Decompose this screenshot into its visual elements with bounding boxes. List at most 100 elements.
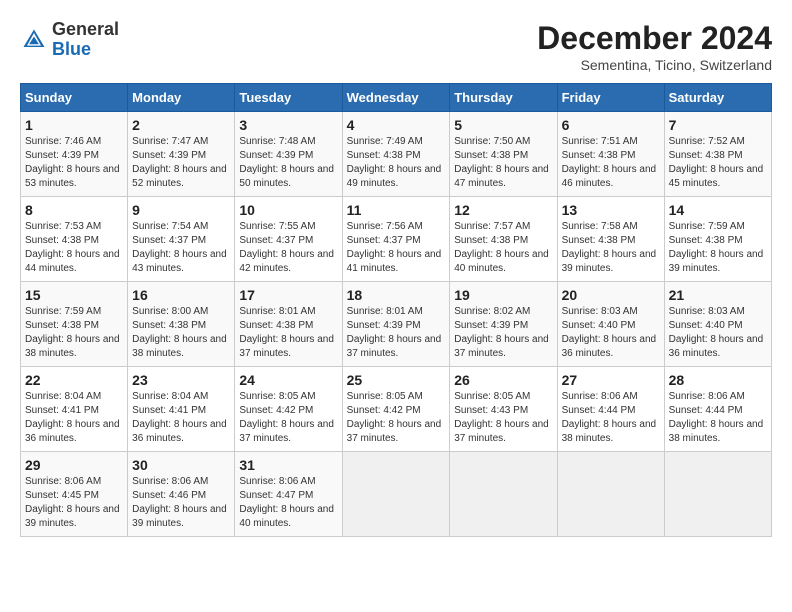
calendar-body: 1 Sunrise: 7:46 AMSunset: 4:39 PMDaylight… <box>21 112 772 537</box>
day-info: Sunrise: 8:04 AMSunset: 4:41 PMDaylight:… <box>132 390 230 446</box>
day-info: Sunrise: 8:06 AMSunset: 4:44 PMDaylight:… <box>562 390 660 446</box>
day-number: 21 <box>669 287 767 303</box>
calendar-cell: 15 Sunrise: 7:59 AMSunset: 4:38 PMDayligh… <box>21 282 128 367</box>
day-number: 25 <box>347 372 446 388</box>
calendar-cell: 13Sunrise: 7:58 AMSunset: 4:38 PMDayligh… <box>557 197 664 282</box>
day-info: Sunrise: 7:49 AMSunset: 4:38 PMDaylight:… <box>347 135 446 191</box>
day-info: Sunrise: 7:47 AMSunset: 4:39 PMDaylight:… <box>132 135 230 191</box>
logo-text: General Blue <box>52 20 119 60</box>
day-info: Sunrise: 7:56 AMSunset: 4:37 PMDaylight:… <box>347 220 446 276</box>
calendar-header: SundayMondayTuesdayWednesdayThursdayFrid… <box>21 84 772 112</box>
day-number: 2 <box>132 117 230 133</box>
day-info: Sunrise: 7:58 AMSunset: 4:38 PMDaylight:… <box>562 220 660 276</box>
weekday-header-wednesday: Wednesday <box>342 84 450 112</box>
day-number: 29 <box>25 457 123 473</box>
week-row-2: 8 Sunrise: 7:53 AMSunset: 4:38 PMDaylight… <box>21 197 772 282</box>
calendar-cell <box>450 452 557 537</box>
day-info: Sunrise: 8:00 AMSunset: 4:38 PMDaylight:… <box>132 305 230 361</box>
day-number: 6 <box>562 117 660 133</box>
calendar-cell: 1 Sunrise: 7:46 AMSunset: 4:39 PMDaylight… <box>21 112 128 197</box>
weekday-header-thursday: Thursday <box>450 84 557 112</box>
day-info: Sunrise: 8:03 AMSunset: 4:40 PMDaylight:… <box>562 305 660 361</box>
calendar-cell: 31 Sunrise: 8:06 AMSunset: 4:47 PMDayligh… <box>235 452 342 537</box>
weekday-header-monday: Monday <box>128 84 235 112</box>
month-title: December 2024 <box>537 20 772 57</box>
calendar-cell: 18 Sunrise: 8:01 AMSunset: 4:39 PMDayligh… <box>342 282 450 367</box>
day-info: Sunrise: 8:06 AMSunset: 4:45 PMDaylight:… <box>25 475 123 531</box>
calendar-cell: 10 Sunrise: 7:55 AMSunset: 4:37 PMDayligh… <box>235 197 342 282</box>
title-section: December 2024 Sementina, Ticino, Switzer… <box>537 20 772 73</box>
day-info: Sunrise: 8:03 AMSunset: 4:40 PMDaylight:… <box>669 305 767 361</box>
day-info: Sunrise: 7:50 AMSunset: 4:38 PMDaylight:… <box>454 135 552 191</box>
day-info: Sunrise: 7:54 AMSunset: 4:37 PMDaylight:… <box>132 220 230 276</box>
location-subtitle: Sementina, Ticino, Switzerland <box>537 57 772 73</box>
calendar-cell <box>557 452 664 537</box>
day-number: 19 <box>454 287 552 303</box>
day-number: 16 <box>132 287 230 303</box>
calendar-cell: 14 Sunrise: 7:59 AMSunset: 4:38 PMDayligh… <box>664 197 771 282</box>
weekday-header-friday: Friday <box>557 84 664 112</box>
day-number: 17 <box>239 287 337 303</box>
day-number: 31 <box>239 457 337 473</box>
day-info: Sunrise: 7:59 AMSunset: 4:38 PMDaylight:… <box>25 305 123 361</box>
calendar-cell: 8 Sunrise: 7:53 AMSunset: 4:38 PMDaylight… <box>21 197 128 282</box>
calendar-cell: 20Sunrise: 8:03 AMSunset: 4:40 PMDayligh… <box>557 282 664 367</box>
calendar-cell: 6 Sunrise: 7:51 AMSunset: 4:38 PMDaylight… <box>557 112 664 197</box>
day-number: 8 <box>25 202 123 218</box>
day-number: 9 <box>132 202 230 218</box>
week-row-5: 29 Sunrise: 8:06 AMSunset: 4:45 PMDayligh… <box>21 452 772 537</box>
calendar-cell: 27 Sunrise: 8:06 AMSunset: 4:44 PMDayligh… <box>557 367 664 452</box>
day-number: 18 <box>347 287 446 303</box>
calendar-cell: 11 Sunrise: 7:56 AMSunset: 4:37 PMDayligh… <box>342 197 450 282</box>
calendar-cell: 30 Sunrise: 8:06 AMSunset: 4:46 PMDayligh… <box>128 452 235 537</box>
day-number: 23 <box>132 372 230 388</box>
calendar-cell: 3Sunrise: 7:48 AMSunset: 4:39 PMDaylight… <box>235 112 342 197</box>
calendar-cell: 24Sunrise: 8:05 AMSunset: 4:42 PMDayligh… <box>235 367 342 452</box>
day-info: Sunrise: 7:46 AMSunset: 4:39 PMDaylight:… <box>25 135 123 191</box>
weekday-header-sunday: Sunday <box>21 84 128 112</box>
day-info: Sunrise: 7:51 AMSunset: 4:38 PMDaylight:… <box>562 135 660 191</box>
calendar-cell: 29 Sunrise: 8:06 AMSunset: 4:45 PMDayligh… <box>21 452 128 537</box>
calendar-cell: 12Sunrise: 7:57 AMSunset: 4:38 PMDayligh… <box>450 197 557 282</box>
day-number: 7 <box>669 117 767 133</box>
day-info: Sunrise: 8:05 AMSunset: 4:42 PMDaylight:… <box>239 390 337 446</box>
day-number: 14 <box>669 202 767 218</box>
calendar-cell: 17 Sunrise: 8:01 AMSunset: 4:38 PMDayligh… <box>235 282 342 367</box>
calendar-cell: 16 Sunrise: 8:00 AMSunset: 4:38 PMDayligh… <box>128 282 235 367</box>
day-number: 4 <box>347 117 446 133</box>
logo: General Blue <box>20 20 119 60</box>
day-info: Sunrise: 8:01 AMSunset: 4:39 PMDaylight:… <box>347 305 446 361</box>
calendar-cell: 22Sunrise: 8:04 AMSunset: 4:41 PMDayligh… <box>21 367 128 452</box>
day-info: Sunrise: 8:06 AMSunset: 4:47 PMDaylight:… <box>239 475 337 531</box>
weekday-header-tuesday: Tuesday <box>235 84 342 112</box>
day-info: Sunrise: 7:53 AMSunset: 4:38 PMDaylight:… <box>25 220 123 276</box>
calendar-cell: 23 Sunrise: 8:04 AMSunset: 4:41 PMDayligh… <box>128 367 235 452</box>
day-number: 1 <box>25 117 123 133</box>
calendar-cell: 5Sunrise: 7:50 AMSunset: 4:38 PMDaylight… <box>450 112 557 197</box>
calendar-cell <box>342 452 450 537</box>
logo-icon <box>20 26 48 54</box>
weekday-header-row: SundayMondayTuesdayWednesdayThursdayFrid… <box>21 84 772 112</box>
day-info: Sunrise: 8:01 AMSunset: 4:38 PMDaylight:… <box>239 305 337 361</box>
calendar-cell <box>664 452 771 537</box>
day-info: Sunrise: 8:05 AMSunset: 4:42 PMDaylight:… <box>347 390 446 446</box>
day-info: Sunrise: 8:02 AMSunset: 4:39 PMDaylight:… <box>454 305 552 361</box>
day-info: Sunrise: 8:05 AMSunset: 4:43 PMDaylight:… <box>454 390 552 446</box>
day-number: 15 <box>25 287 123 303</box>
day-number: 26 <box>454 372 552 388</box>
calendar-table: SundayMondayTuesdayWednesdayThursdayFrid… <box>20 83 772 537</box>
calendar-cell: 9 Sunrise: 7:54 AMSunset: 4:37 PMDaylight… <box>128 197 235 282</box>
day-info: Sunrise: 7:55 AMSunset: 4:37 PMDaylight:… <box>239 220 337 276</box>
calendar-cell: 25 Sunrise: 8:05 AMSunset: 4:42 PMDayligh… <box>342 367 450 452</box>
day-info: Sunrise: 7:59 AMSunset: 4:38 PMDaylight:… <box>669 220 767 276</box>
week-row-3: 15 Sunrise: 7:59 AMSunset: 4:38 PMDayligh… <box>21 282 772 367</box>
calendar-cell: 26 Sunrise: 8:05 AMSunset: 4:43 PMDayligh… <box>450 367 557 452</box>
weekday-header-saturday: Saturday <box>664 84 771 112</box>
day-number: 11 <box>347 202 446 218</box>
day-number: 27 <box>562 372 660 388</box>
day-number: 30 <box>132 457 230 473</box>
calendar-cell: 19 Sunrise: 8:02 AMSunset: 4:39 PMDayligh… <box>450 282 557 367</box>
day-info: Sunrise: 8:04 AMSunset: 4:41 PMDaylight:… <box>25 390 123 446</box>
day-number: 10 <box>239 202 337 218</box>
day-info: Sunrise: 8:06 AMSunset: 4:46 PMDaylight:… <box>132 475 230 531</box>
